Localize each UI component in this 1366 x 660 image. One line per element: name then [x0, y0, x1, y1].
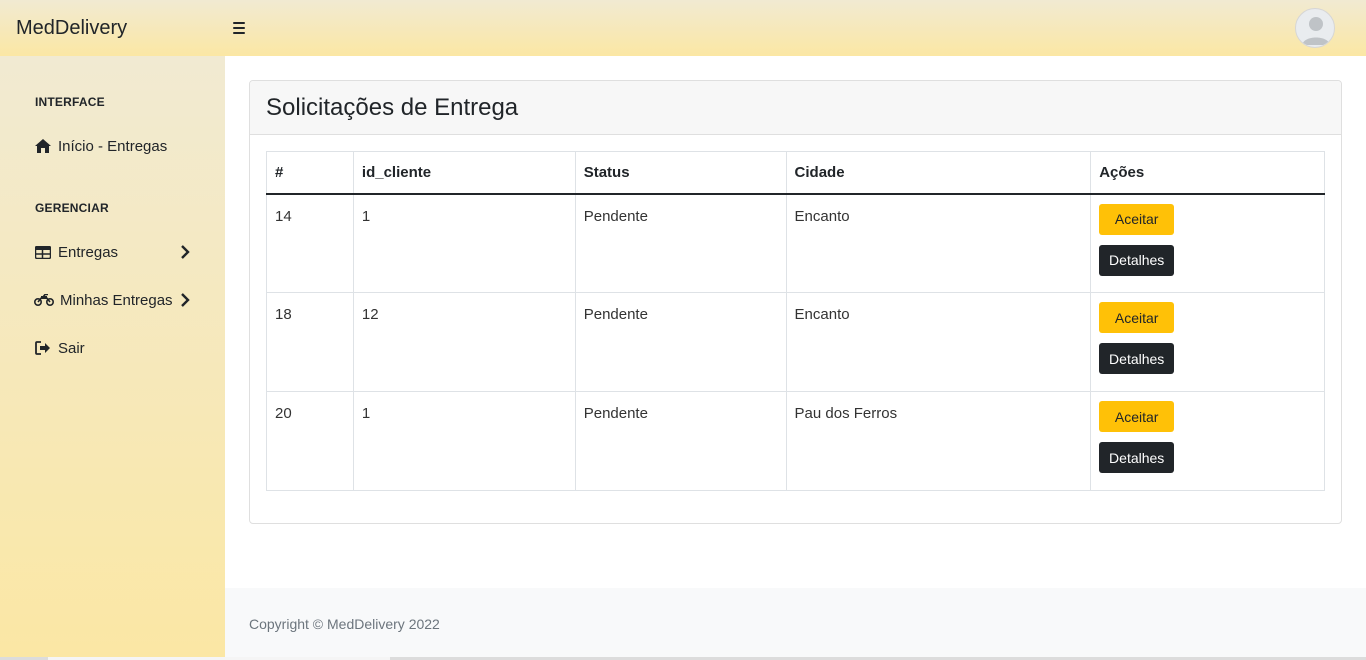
main-content: Solicitações de Entrega # id_cliente Sta…	[225, 56, 1366, 660]
sidebar-item-minhas-entregas[interactable]: Minhas Entregas	[34, 288, 194, 312]
details-button[interactable]: Detalhes	[1099, 343, 1175, 374]
delivery-requests-table: # id_cliente Status Cidade Ações 14 1 Pe…	[266, 151, 1325, 491]
page-title: Solicitações de Entrega	[266, 93, 519, 121]
column-header-id-cliente: id_cliente	[352, 151, 576, 195]
column-header-acoes: Ações	[1090, 151, 1325, 195]
accept-button[interactable]: Aceitar	[1099, 302, 1175, 333]
cell-status: Pendente	[574, 193, 787, 293]
copyright-text: Copyright © MedDelivery 2022	[249, 616, 440, 632]
footer: Copyright © MedDelivery 2022	[225, 588, 1366, 660]
cell-id: 20	[266, 391, 354, 491]
card-header: Solicitações de Entrega	[250, 81, 1341, 135]
table-row: 14 1 Pendente Encanto Aceitar Detalhes	[266, 193, 1325, 293]
sidebar-item-label: Sair	[58, 339, 85, 357]
chevron-right-icon	[180, 245, 190, 263]
details-button[interactable]: Detalhes	[1099, 442, 1175, 473]
sidebar-heading-gerenciar: GERENCIAR	[35, 201, 109, 215]
sign-out-icon	[34, 340, 52, 356]
sidebar-item-sair[interactable]: Sair	[34, 336, 194, 360]
cell-cidade: Encanto	[785, 193, 1092, 293]
user-avatar-icon[interactable]	[1295, 8, 1335, 48]
sidebar-item-label: Entregas	[58, 243, 119, 261]
column-header-id: #	[266, 151, 354, 195]
cell-actions: Aceitar Detalhes	[1090, 391, 1325, 491]
home-icon	[34, 138, 52, 154]
delivery-requests-card: Solicitações de Entrega # id_cliente Sta…	[249, 80, 1342, 524]
cell-status: Pendente	[574, 391, 787, 491]
top-navbar: MedDelivery	[0, 0, 1366, 56]
brand-logo[interactable]: MedDelivery	[0, 17, 225, 40]
cell-actions: Aceitar Detalhes	[1090, 292, 1325, 392]
hamburger-icon[interactable]	[233, 20, 249, 36]
sidebar: INTERFACE Início - Entregas GERENCIAR En…	[0, 56, 225, 660]
column-header-cidade: Cidade	[785, 151, 1092, 195]
motorcycle-icon	[34, 292, 54, 308]
table-header-row: # id_cliente Status Cidade Ações	[266, 151, 1325, 195]
sidebar-item-entregas[interactable]: Entregas	[34, 240, 194, 264]
sidebar-item-label: Minhas Entregas	[60, 291, 173, 309]
cell-id-cliente: 1	[352, 391, 576, 491]
cell-actions: Aceitar Detalhes	[1090, 193, 1325, 293]
cell-id: 14	[266, 193, 354, 293]
table-row: 18 12 Pendente Encanto Aceitar Detalhes	[266, 292, 1325, 392]
table-icon	[34, 244, 52, 260]
cell-status: Pendente	[574, 292, 787, 392]
cell-id: 18	[266, 292, 354, 392]
sidebar-item-inicio-entregas[interactable]: Início - Entregas	[34, 134, 194, 158]
column-header-status: Status	[574, 151, 787, 195]
sidebar-heading-interface: INTERFACE	[35, 95, 105, 109]
sidebar-item-label: Início - Entregas	[58, 137, 168, 155]
cell-cidade: Pau dos Ferros	[785, 391, 1092, 491]
details-button[interactable]: Detalhes	[1099, 244, 1175, 276]
chevron-right-icon	[180, 293, 190, 311]
cell-id-cliente: 12	[352, 292, 576, 392]
table-row: 20 1 Pendente Pau dos Ferros Aceitar Det…	[266, 391, 1325, 491]
cell-cidade: Encanto	[785, 292, 1092, 392]
accept-button[interactable]: Aceitar	[1099, 203, 1175, 235]
cell-id-cliente: 1	[352, 193, 576, 293]
accept-button[interactable]: Aceitar	[1099, 401, 1175, 432]
